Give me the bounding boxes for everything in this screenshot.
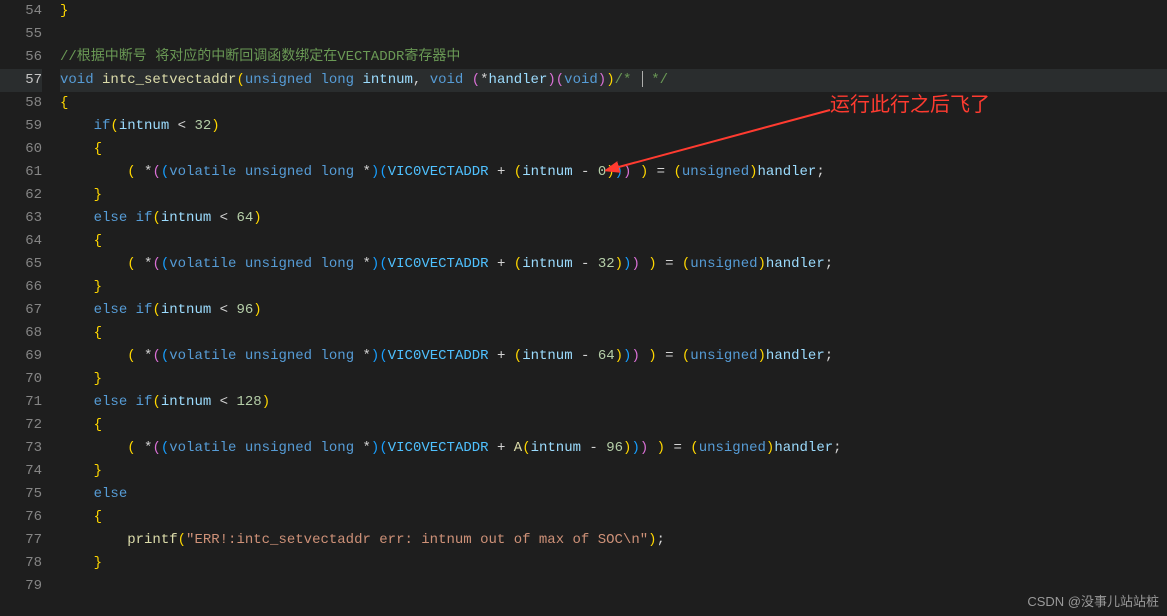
line-number-gutter: 5455565758596061626364656667686970717273… <box>0 0 60 616</box>
line-number: 61 <box>0 161 42 184</box>
code-line[interactable]: ( *((volatile unsigned long *)(VIC0VECTA… <box>60 437 1167 460</box>
line-number: 60 <box>0 138 42 161</box>
code-area[interactable]: } //根据中断号 将对应的中断回调函数绑定在VECTADDR寄存器中void i… <box>60 0 1167 616</box>
code-line[interactable]: else <box>60 483 1167 506</box>
line-number: 66 <box>0 276 42 299</box>
code-line[interactable]: if(intnum < 32) <box>60 115 1167 138</box>
line-number: 78 <box>0 552 42 575</box>
line-number: 68 <box>0 322 42 345</box>
line-number: 54 <box>0 0 42 23</box>
code-line[interactable]: //根据中断号 将对应的中断回调函数绑定在VECTADDR寄存器中 <box>60 46 1167 69</box>
line-number: 56 <box>0 46 42 69</box>
line-number: 58 <box>0 92 42 115</box>
code-line[interactable]: else if(intnum < 96) <box>60 299 1167 322</box>
line-number: 67 <box>0 299 42 322</box>
line-number: 69 <box>0 345 42 368</box>
line-number: 65 <box>0 253 42 276</box>
line-number: 75 <box>0 483 42 506</box>
code-line[interactable]: } <box>60 276 1167 299</box>
line-number: 79 <box>0 575 42 598</box>
code-line[interactable] <box>60 575 1167 598</box>
code-line[interactable]: } <box>60 184 1167 207</box>
line-number: 72 <box>0 414 42 437</box>
code-line[interactable]: { <box>60 138 1167 161</box>
watermark: CSDN @没事儿站站桩 <box>1027 591 1159 610</box>
line-number: 74 <box>0 460 42 483</box>
code-line[interactable]: { <box>60 506 1167 529</box>
code-line[interactable]: } <box>60 552 1167 575</box>
code-line[interactable] <box>60 23 1167 46</box>
code-line[interactable]: ( *((volatile unsigned long *)(VIC0VECTA… <box>60 345 1167 368</box>
code-line[interactable]: else if(intnum < 128) <box>60 391 1167 414</box>
code-line[interactable]: { <box>60 230 1167 253</box>
line-number: 62 <box>0 184 42 207</box>
line-number: 64 <box>0 230 42 253</box>
line-number: 57 <box>0 69 42 92</box>
annotation-text: 运行此行之后飞了 <box>830 88 990 117</box>
line-number: 59 <box>0 115 42 138</box>
code-line[interactable]: printf("ERR!:intc_setvectaddr err: intnu… <box>60 529 1167 552</box>
code-line[interactable]: { <box>60 414 1167 437</box>
line-number: 73 <box>0 437 42 460</box>
line-number: 76 <box>0 506 42 529</box>
line-number: 63 <box>0 207 42 230</box>
code-line[interactable]: ( *((volatile unsigned long *)(VIC0VECTA… <box>60 161 1167 184</box>
code-line[interactable]: } <box>60 368 1167 391</box>
code-line[interactable]: } <box>60 0 1167 23</box>
code-line[interactable]: } <box>60 460 1167 483</box>
code-editor[interactable]: 5455565758596061626364656667686970717273… <box>0 0 1167 616</box>
code-line[interactable]: { <box>60 322 1167 345</box>
line-number: 71 <box>0 391 42 414</box>
line-number: 77 <box>0 529 42 552</box>
line-number: 70 <box>0 368 42 391</box>
code-line[interactable]: else if(intnum < 64) <box>60 207 1167 230</box>
code-line[interactable]: void intc_setvectaddr(unsigned long intn… <box>60 69 1167 92</box>
code-line[interactable]: ( *((volatile unsigned long *)(VIC0VECTA… <box>60 253 1167 276</box>
line-number: 55 <box>0 23 42 46</box>
code-line[interactable]: { <box>60 92 1167 115</box>
